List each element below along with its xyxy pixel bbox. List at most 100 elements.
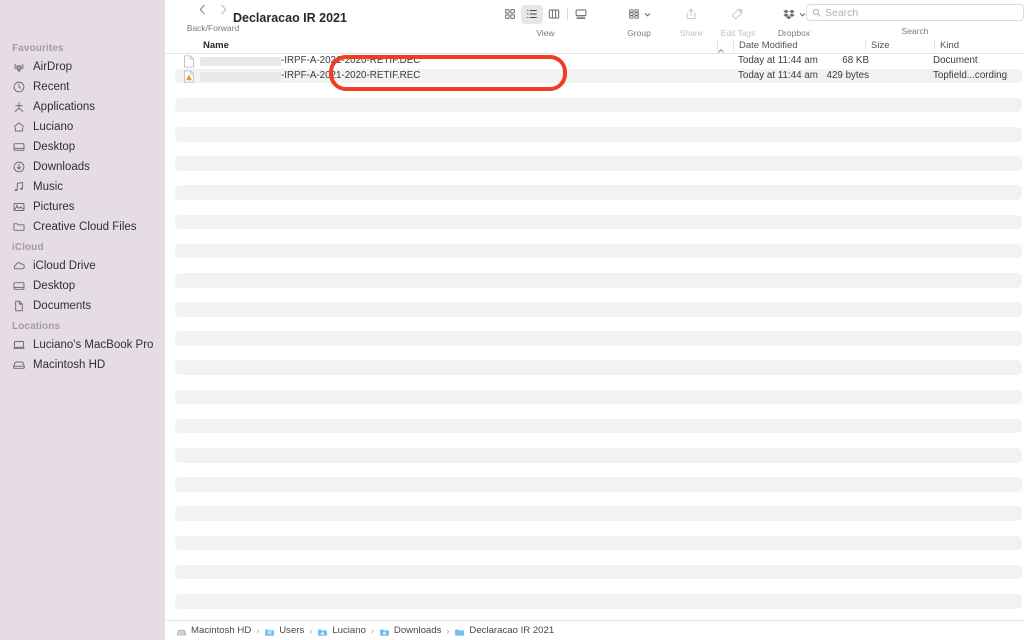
edit-tags-button-group[interactable]: Edit Tags: [711, 4, 765, 38]
search-label: Search: [806, 26, 1024, 36]
harddrive-icon: [12, 358, 26, 372]
breadcrumb-luciano[interactable]: Luciano: [317, 625, 366, 636]
empty-row: [165, 506, 1024, 521]
file-name: -IRPF-A-2021-2020-RETIF.REC: [281, 69, 420, 84]
sidebar-item-label: Macintosh HD: [33, 359, 105, 371]
search-field[interactable]: [806, 4, 1024, 21]
breadcrumb-separator: ›: [309, 626, 312, 636]
back-button[interactable]: [197, 3, 208, 21]
sidebar-item-label: AirDrop: [33, 61, 72, 73]
file-size: 68 KB: [842, 54, 869, 69]
sidebar-item-macintosh-hd[interactable]: Macintosh HD: [0, 355, 165, 375]
empty-rows: [165, 83, 1024, 608]
file-date-modified: Today at 11:44 am: [738, 69, 818, 84]
empty-row: [165, 200, 1024, 215]
share-label: Share: [668, 28, 714, 38]
desktop-icon: [12, 279, 26, 293]
file-date-modified: Today at 11:44 am: [738, 54, 818, 69]
file-kind: Document: [933, 54, 978, 69]
sidebar-item-airdrop[interactable]: AirDrop: [0, 57, 165, 77]
pictures-icon: [12, 200, 26, 214]
finder-window: Favourites AirDrop Recent: [0, 0, 1024, 640]
chevron-down-icon: [644, 11, 651, 18]
table-row[interactable]: -IRPF-A-2021-2020-RETIF.REC Today at 11:…: [165, 69, 1024, 84]
empty-row: [165, 302, 1024, 317]
empty-row: [165, 317, 1024, 332]
breadcrumb-current-folder[interactable]: Declaracao IR 2021: [454, 625, 554, 636]
breadcrumb-macintosh-hd[interactable]: Macintosh HD: [176, 625, 251, 636]
sidebar-item-applications[interactable]: Applications: [0, 97, 165, 117]
breadcrumb-separator: ›: [446, 626, 449, 636]
view-mode-group: View: [498, 4, 593, 38]
search-group: Search: [806, 4, 1024, 36]
column-divider[interactable]: [934, 40, 935, 51]
sidebar-item-icloud-drive[interactable]: iCloud Drive: [0, 256, 165, 276]
column-header-date-modified[interactable]: Date Modified: [739, 40, 798, 51]
sidebar-item-pictures[interactable]: Pictures: [0, 197, 165, 217]
sidebar-item-creative-cloud-files[interactable]: Creative Cloud Files: [0, 217, 165, 237]
window-title: Declaracao IR 2021: [233, 11, 347, 25]
column-divider[interactable]: [865, 40, 866, 51]
empty-row: [165, 550, 1024, 565]
empty-row: [165, 521, 1024, 536]
sidebar-group-title: Locations: [0, 321, 165, 335]
sidebar-item-luciano[interactable]: Luciano: [0, 117, 165, 137]
column-divider[interactable]: [733, 40, 734, 51]
empty-row: [165, 477, 1024, 492]
empty-row: [165, 375, 1024, 390]
file-name: -IRPF-A-2021-2020-RETIF.DEC: [281, 54, 420, 69]
sidebar-item-macbook-pro[interactable]: Luciano's MacBook Pro: [0, 335, 165, 355]
sidebar-item-recent[interactable]: Recent: [0, 77, 165, 97]
empty-row: [165, 536, 1024, 551]
column-header-name[interactable]: Name: [203, 40, 229, 51]
breadcrumb-users[interactable]: Users: [264, 625, 304, 636]
icon-view-button[interactable]: [499, 5, 521, 24]
list-view-button[interactable]: [521, 5, 543, 24]
sidebar-item-label: Luciano: [33, 121, 73, 133]
sidebar-item-label: Recent: [33, 81, 69, 93]
forward-button[interactable]: [218, 3, 229, 21]
folder-downloads-icon: [379, 625, 390, 636]
empty-row: [165, 448, 1024, 463]
group-button[interactable]: [613, 4, 665, 24]
breadcrumb-label: Downloads: [394, 625, 441, 636]
sidebar-item-desktop[interactable]: Desktop: [0, 137, 165, 157]
sidebar-item-downloads[interactable]: Downloads: [0, 157, 165, 177]
share-button-group[interactable]: Share: [668, 4, 714, 38]
empty-row: [165, 215, 1024, 230]
sidebar-item-icloud-desktop[interactable]: Desktop: [0, 276, 165, 296]
breadcrumb-label: Macintosh HD: [191, 625, 251, 636]
laptop-icon: [12, 338, 26, 352]
empty-row: [165, 83, 1024, 98]
chevron-down-icon: [799, 11, 806, 18]
redacted-filename-prefix: [200, 72, 281, 81]
breadcrumb-downloads[interactable]: Downloads: [379, 625, 441, 636]
empty-row: [165, 185, 1024, 200]
empty-row: [165, 229, 1024, 244]
sidebar-item-label: Applications: [33, 101, 95, 113]
empty-row: [165, 404, 1024, 419]
gallery-view-button[interactable]: [570, 5, 592, 24]
group-button-group[interactable]: Group: [613, 4, 665, 38]
column-header-kind[interactable]: Kind: [940, 40, 959, 51]
sidebar-group-favourites: Favourites AirDrop Recent: [0, 43, 165, 237]
sidebar-item-label: Luciano's MacBook Pro: [33, 339, 153, 351]
search-input[interactable]: [825, 7, 1018, 19]
search-icon: [812, 8, 821, 17]
file-kind: Topfield...cording: [933, 69, 1007, 84]
column-view-button[interactable]: [543, 5, 565, 24]
edit-tags-button[interactable]: [711, 4, 765, 24]
icloud-icon: [12, 259, 26, 273]
redacted-filename-prefix: [200, 57, 281, 66]
table-row[interactable]: -IRPF-A-2021-2020-RETIF.DEC Today at 11:…: [165, 54, 1024, 69]
edit-tags-label: Edit Tags: [711, 28, 765, 38]
sidebar-item-icloud-documents[interactable]: Documents: [0, 296, 165, 316]
sidebar-item-label: Documents: [33, 300, 91, 312]
share-button[interactable]: [668, 4, 714, 24]
sidebar-item-music[interactable]: Music: [0, 177, 165, 197]
dropbox-icon: [782, 7, 796, 21]
column-header-size[interactable]: Size: [871, 40, 889, 51]
empty-row: [165, 288, 1024, 303]
document-icon: [12, 299, 26, 313]
sidebar-group-title: Favourites: [0, 43, 165, 57]
